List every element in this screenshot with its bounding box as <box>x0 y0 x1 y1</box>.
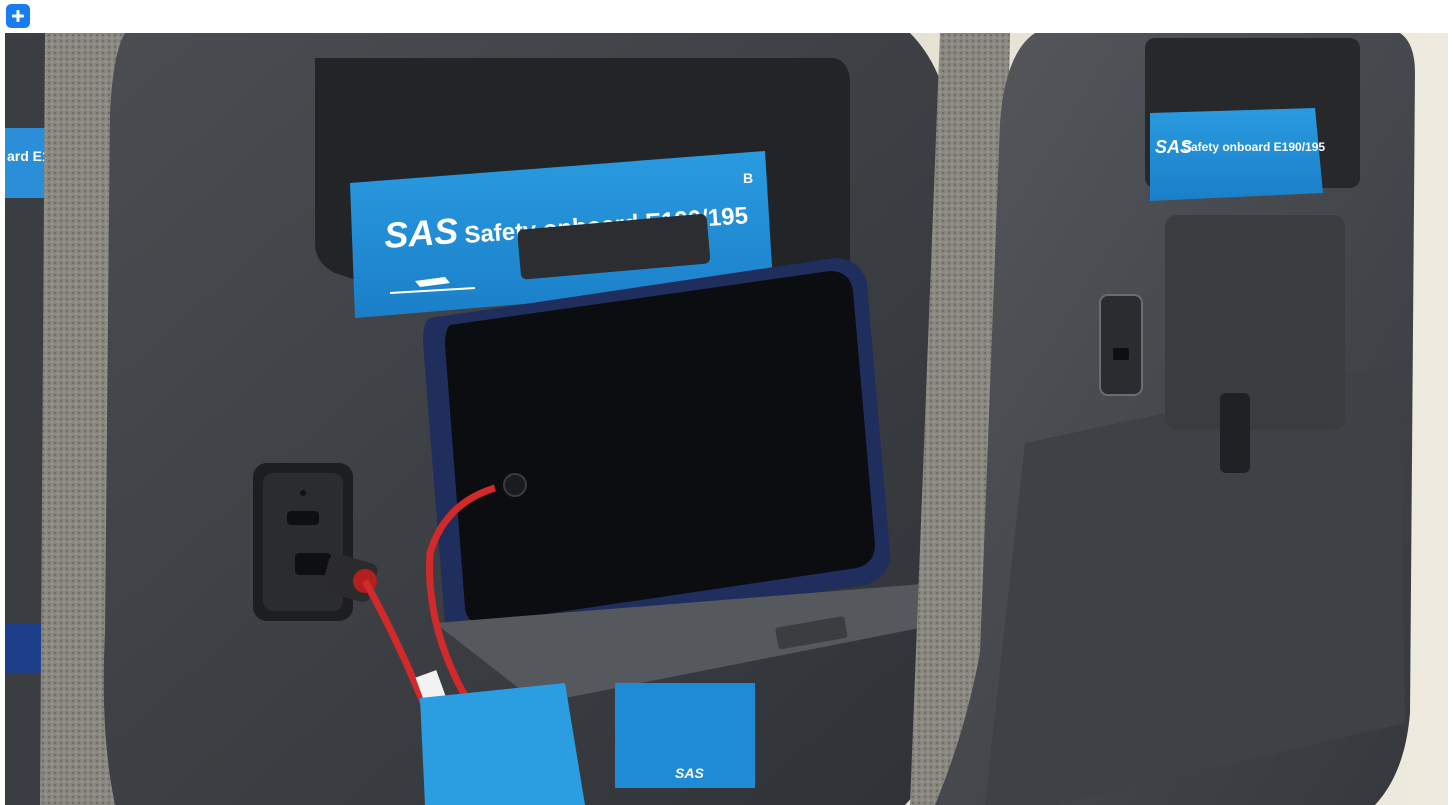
sas-logo-left: SAS <box>383 210 460 256</box>
seatback-photo: ard E19 SAS Safety onboard E190/195 B <box>5 33 1448 805</box>
usb-power-outlet <box>253 463 353 621</box>
tablet-home-button <box>503 473 527 497</box>
plus-icon <box>12 10 24 22</box>
tray-latch <box>1220 393 1250 473</box>
safety-card-right: SAS Safety onboard E190/195 <box>1150 108 1325 201</box>
right-usb-port <box>1099 294 1143 396</box>
tray-latch-plate <box>1165 215 1345 430</box>
safety-card-title-right: Safety onboard E190/195 <box>1183 140 1325 154</box>
add-button[interactable] <box>6 4 30 28</box>
lower-safety-card <box>420 683 585 805</box>
safety-card-corner-letter: B <box>743 170 753 186</box>
sas-logo-lower: SAS <box>675 765 704 781</box>
seatback-illustration: ard E19 SAS Safety onboard E190/195 B <box>5 33 1448 805</box>
tablet-screen <box>445 271 875 624</box>
page: ard E19 SAS Safety onboard E190/195 B <box>0 0 1453 805</box>
